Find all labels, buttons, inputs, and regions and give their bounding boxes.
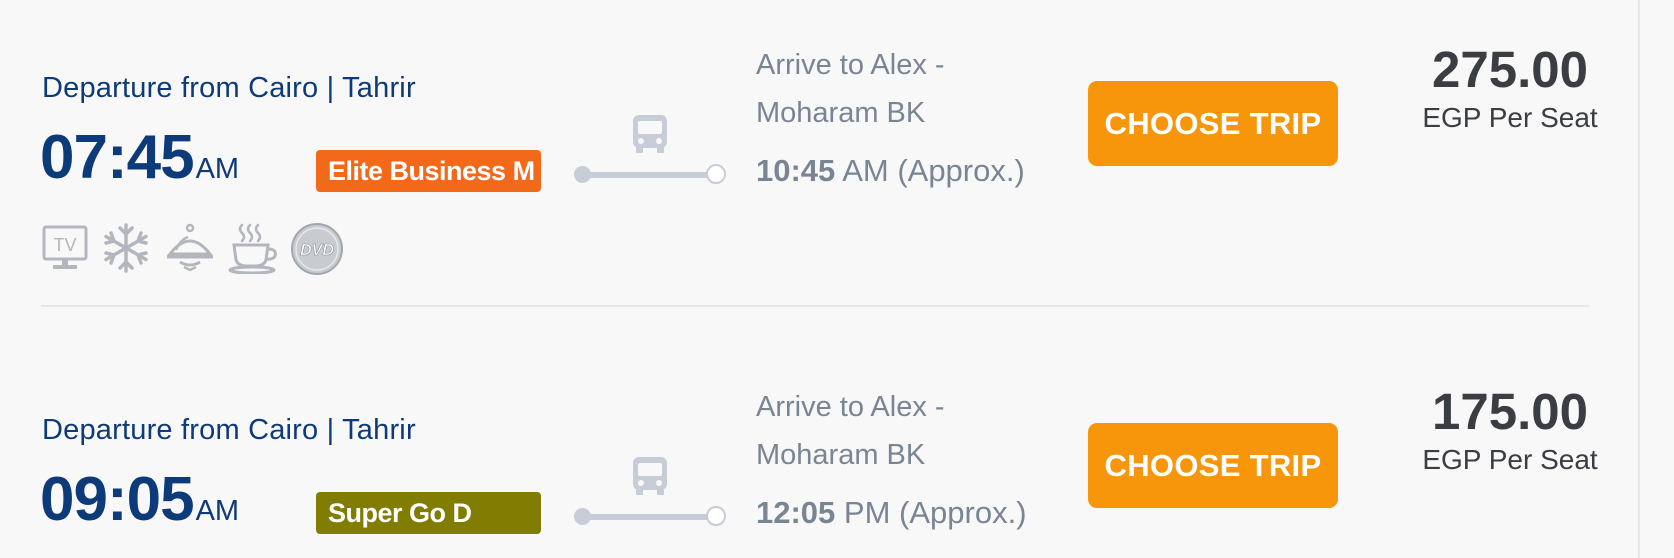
bus-class-badge: Elite Business M	[316, 150, 541, 192]
departure-label: Departure from Cairo | Tahrir	[42, 414, 416, 446]
choose-trip-button[interactable]: CHOOSE TRIP	[1088, 81, 1338, 166]
arrival-time: 10:45 AM (Approx.)	[756, 153, 1025, 189]
bus-class-badge: Super Go D	[316, 492, 541, 534]
price-unit: EGP Per Seat	[1422, 444, 1598, 475]
arrival-time-suffix: AM (Approx.)	[842, 153, 1025, 188]
route-line	[582, 514, 714, 520]
departure-time: 09:05AM	[40, 464, 239, 535]
arrival-label: Arrive to Alex - Moharam BK	[756, 391, 945, 471]
price-amount: 275.00	[1432, 41, 1588, 98]
route-indicator	[574, 456, 726, 536]
arrival-label: Arrive to Alex - Moharam BK	[756, 49, 945, 129]
route-end-dot	[706, 164, 726, 184]
route-end-dot	[706, 506, 726, 526]
tv-icon: TV	[42, 225, 88, 269]
arrival-time-value: 10:45	[756, 153, 836, 188]
meal-service-icon	[166, 223, 214, 272]
dvd-icon: DVD	[291, 223, 343, 275]
trip-divider	[41, 305, 1589, 307]
trip-card: Departure from Cairo | Tahrir 09:05AM Su…	[0, 342, 1630, 558]
departure-time: 07:45AM	[40, 122, 239, 193]
route-indicator	[574, 114, 726, 194]
trip-card: Departure from Cairo | Tahrir 07:45AM El…	[0, 0, 1630, 306]
air-conditioning-icon	[104, 223, 148, 273]
departure-time-value: 07:45	[40, 123, 195, 192]
route-line	[582, 172, 714, 178]
svg-text:TV: TV	[53, 235, 76, 255]
choose-trip-button[interactable]: CHOOSE TRIP	[1088, 423, 1338, 508]
departure-ampm: AM	[195, 153, 240, 185]
route-start-dot	[574, 508, 591, 525]
hot-drink-icon	[228, 223, 277, 274]
price-amount: 175.00	[1432, 383, 1588, 440]
departure-ampm: AM	[195, 495, 240, 527]
svg-text:DVD: DVD	[300, 242, 334, 259]
departure-label: Departure from Cairo | Tahrir	[42, 72, 416, 104]
price-unit: EGP Per Seat	[1422, 102, 1598, 133]
bus-icon	[633, 457, 667, 495]
arrival-time-suffix: PM (Approx.)	[843, 495, 1027, 530]
arrival-time: 12:05 PM (Approx.)	[756, 495, 1027, 531]
bus-icon	[633, 115, 667, 153]
departure-time-value: 09:05	[40, 465, 195, 534]
route-start-dot	[574, 166, 591, 183]
arrival-time-value: 12:05	[756, 495, 836, 530]
